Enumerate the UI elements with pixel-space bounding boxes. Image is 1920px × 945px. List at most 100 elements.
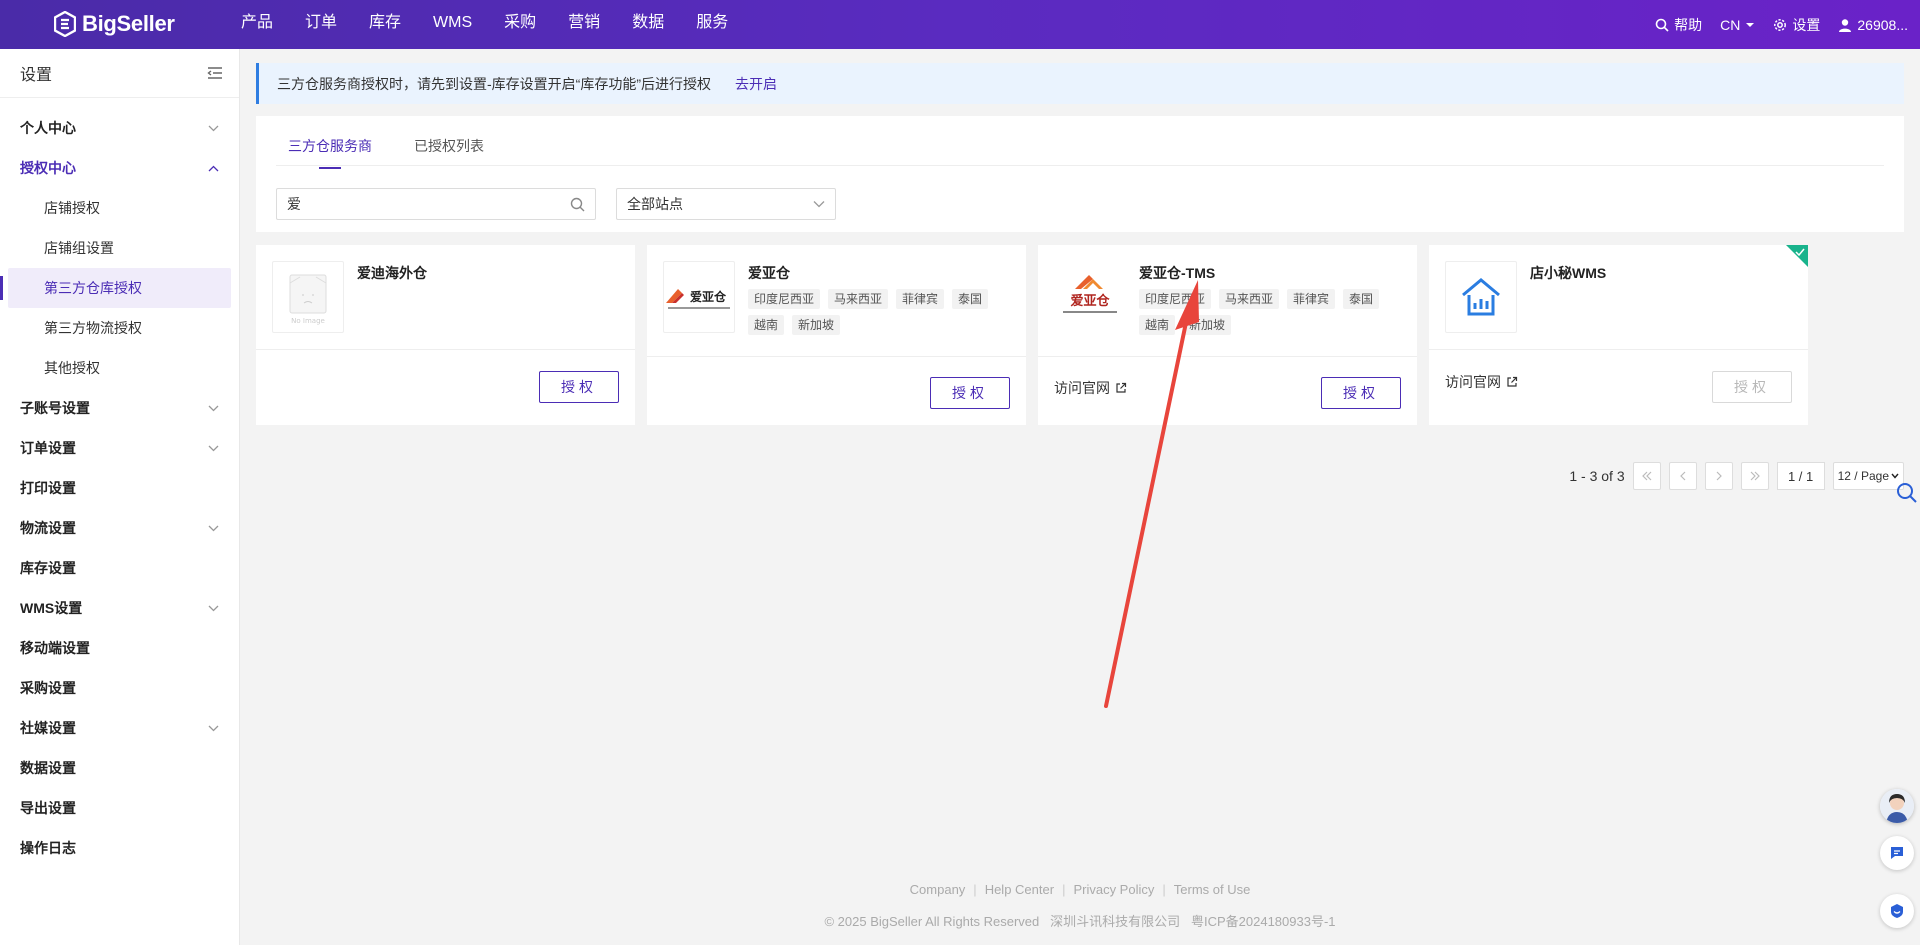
sidebar-item[interactable]: 导出设置 bbox=[0, 788, 239, 828]
settings-label: 设置 bbox=[1792, 16, 1821, 33]
nav-purchase[interactable]: 采购 bbox=[504, 0, 536, 49]
provider-name: 爱亚仓-TMS bbox=[1139, 265, 1216, 281]
enable-link[interactable]: 去开启 bbox=[735, 74, 777, 94]
svg-text:爱亚仓: 爱亚仓 bbox=[1070, 293, 1110, 309]
icp-number[interactable]: 粤ICP备2024180933号-1 bbox=[1191, 914, 1336, 929]
nav-data[interactable]: 数据 bbox=[632, 0, 664, 49]
search-icon[interactable] bbox=[570, 197, 585, 212]
authorize-button[interactable]: 授权 bbox=[1321, 377, 1401, 409]
sidebar-item[interactable]: 操作日志 bbox=[0, 828, 239, 868]
sidebar-subitem[interactable]: 店铺授权 bbox=[8, 188, 231, 228]
prev-page-button[interactable] bbox=[1668, 462, 1697, 490]
site-tag: 泰国 bbox=[1343, 289, 1380, 309]
authorize-button[interactable]: 授权 bbox=[930, 377, 1010, 409]
external-link-icon bbox=[1116, 382, 1127, 393]
language-select[interactable]: CN bbox=[1720, 17, 1755, 33]
sidebar-item[interactable]: 打印设置 bbox=[0, 468, 239, 508]
provider-logo bbox=[1445, 261, 1517, 333]
last-page-button[interactable] bbox=[1740, 462, 1769, 490]
chevron-down-icon bbox=[208, 445, 219, 451]
provider-name: 店小秘WMS bbox=[1530, 265, 1607, 281]
sidebar-item[interactable]: 子账号设置 bbox=[0, 388, 239, 428]
provider-logo: No Image bbox=[272, 261, 344, 333]
nav-products[interactable]: 产品 bbox=[241, 0, 273, 49]
double-chevron-left-icon bbox=[1641, 471, 1652, 481]
sidebar-item[interactable]: WMS设置 bbox=[0, 588, 239, 628]
sidebar-item[interactable]: 授权中心 bbox=[0, 148, 239, 188]
sidebar-item-label: 店铺组设置 bbox=[44, 240, 114, 256]
collapse-menu-icon[interactable] bbox=[207, 66, 223, 80]
sidebar-item-label: 其他授权 bbox=[44, 360, 100, 376]
sidebar-item[interactable]: 订单设置 bbox=[0, 428, 239, 468]
dianxiaomi-logo bbox=[1462, 278, 1500, 316]
nav-services[interactable]: 服务 bbox=[696, 0, 728, 49]
smile-icon bbox=[1891, 904, 1903, 918]
provider-logo: 爱亚仓 bbox=[663, 261, 735, 333]
visit-website-link[interactable]: 访问官网 bbox=[1445, 372, 1518, 392]
site-select[interactable]: 全部站点 bbox=[616, 188, 836, 220]
support-agent-avatar[interactable] bbox=[1880, 789, 1914, 823]
site-tag: 新加坡 bbox=[792, 315, 841, 335]
search-input[interactable] bbox=[287, 196, 570, 212]
footer-link-privacy[interactable]: Privacy Policy bbox=[1073, 882, 1154, 897]
authorize-button[interactable]: 授权 bbox=[539, 371, 619, 403]
nav-orders[interactable]: 订单 bbox=[305, 0, 337, 49]
search-icon bbox=[1655, 18, 1669, 32]
authorize-button-disabled[interactable]: 授权 bbox=[1712, 371, 1792, 403]
chevron-up-icon bbox=[208, 165, 219, 171]
floating-search-icon[interactable] bbox=[1896, 482, 1918, 504]
card-divider bbox=[1038, 356, 1417, 357]
tab-3pl-providers[interactable]: 三方仓服务商 bbox=[276, 130, 384, 165]
notice-text: 三方仓服务商授权时，请先到设置-库存设置开启“库存功能”后进行授权 bbox=[277, 75, 711, 92]
user-menu[interactable]: 26908... bbox=[1838, 17, 1908, 33]
sidebar-item[interactable]: 数据设置 bbox=[0, 748, 239, 788]
chat-button[interactable] bbox=[1880, 836, 1914, 870]
sidebar-subitem[interactable]: 其他授权 bbox=[8, 348, 231, 388]
site-tag: 越南 bbox=[748, 315, 785, 335]
next-page-button[interactable] bbox=[1704, 462, 1733, 490]
filter-panel: 三方仓服务商 已授权列表 全部站点 bbox=[256, 116, 1904, 232]
footer-link-company[interactable]: Company bbox=[910, 882, 966, 897]
sidebar-item[interactable]: 个人中心 bbox=[0, 108, 239, 148]
bigseller-logo[interactable]: BigSeller bbox=[54, 11, 175, 37]
help-label: 帮助 bbox=[1674, 16, 1703, 33]
sidebar-item[interactable]: 社媒设置 bbox=[0, 708, 239, 748]
chevron-right-icon bbox=[1716, 471, 1722, 481]
settings-button[interactable]: 设置 bbox=[1773, 15, 1820, 35]
feedback-button[interactable] bbox=[1880, 894, 1914, 928]
footer-copyright: © 2025 BigSeller All Rights Reserved 深圳斗… bbox=[0, 911, 1920, 930]
chevron-left-icon bbox=[1679, 471, 1686, 481]
pagination-range: 1 - 3 of 3 bbox=[1569, 468, 1625, 484]
page-size-value: 12 / Page bbox=[1837, 469, 1889, 483]
sidebar-item[interactable]: 采购设置 bbox=[0, 668, 239, 708]
sidebar-item-label: 社媒设置 bbox=[20, 720, 76, 736]
nav-wms[interactable]: WMS bbox=[433, 0, 472, 49]
site-tag: 印度尼西亚 bbox=[1139, 289, 1212, 309]
sidebar-item-label: 采购设置 bbox=[20, 680, 76, 696]
sidebar-item[interactable]: 物流设置 bbox=[0, 508, 239, 548]
sidebar-item-label: 操作日志 bbox=[20, 840, 76, 856]
page-indicator[interactable]: 1 / 1 bbox=[1776, 462, 1825, 490]
sidebar-subitem[interactable]: 第三方仓库授权 bbox=[0, 268, 231, 308]
nav-inventory[interactable]: 库存 bbox=[369, 0, 401, 49]
sidebar-item-label: 子账号设置 bbox=[20, 400, 90, 416]
nav-marketing[interactable]: 营销 bbox=[568, 0, 600, 49]
sidebar-item-label: 库存设置 bbox=[20, 560, 76, 576]
site-tag: 菲律宾 bbox=[896, 289, 945, 309]
site-tag: 越南 bbox=[1139, 315, 1176, 335]
chevron-down-icon bbox=[813, 201, 825, 208]
sidebar-item[interactable]: 移动端设置 bbox=[0, 628, 239, 668]
svg-text:No Image: No Image bbox=[291, 317, 325, 325]
footer-link-help-center[interactable]: Help Center bbox=[985, 882, 1054, 897]
footer-link-terms[interactable]: Terms of Use bbox=[1174, 882, 1251, 897]
visit-website-link[interactable]: 访问官网 bbox=[1054, 378, 1127, 398]
help-button[interactable]: 帮助 bbox=[1655, 15, 1702, 35]
sidebar-item[interactable]: 库存设置 bbox=[0, 548, 239, 588]
sidebar-subitem[interactable]: 第三方物流授权 bbox=[8, 308, 231, 348]
chevron-down-icon bbox=[208, 605, 219, 611]
page-size-select[interactable]: 12 / Page bbox=[1832, 462, 1904, 490]
tabs: 三方仓服务商 已授权列表 bbox=[276, 130, 1884, 166]
sidebar-subitem[interactable]: 店铺组设置 bbox=[8, 228, 231, 268]
tab-authorized-list[interactable]: 已授权列表 bbox=[402, 130, 496, 165]
first-page-button[interactable] bbox=[1632, 462, 1661, 490]
